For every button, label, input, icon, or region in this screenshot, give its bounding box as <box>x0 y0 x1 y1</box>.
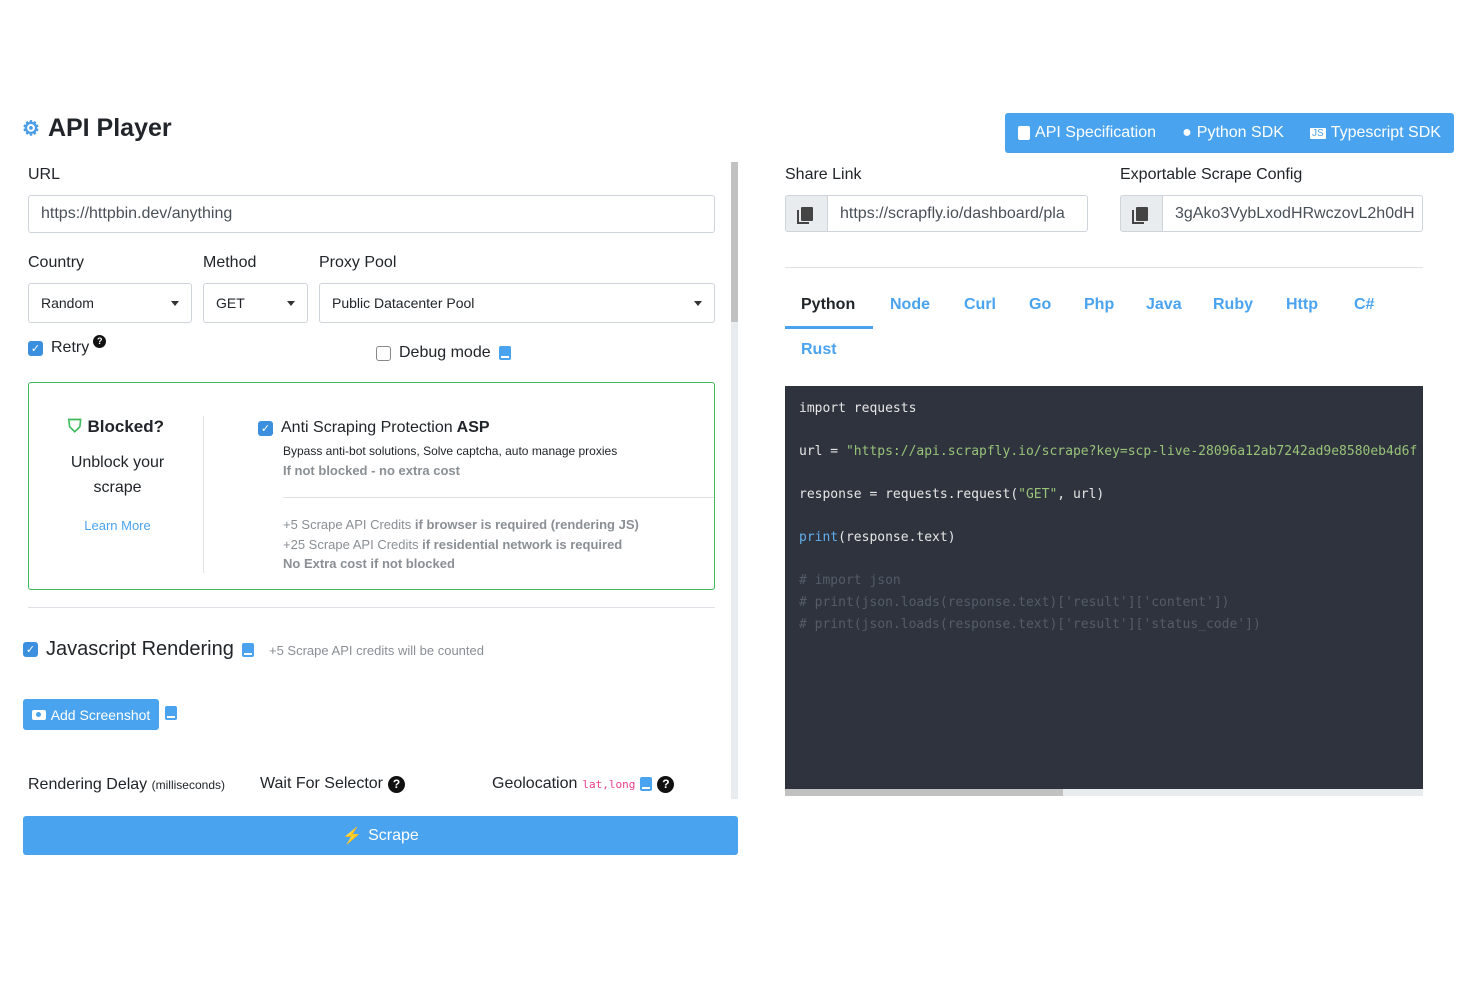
form-scrollbar[interactable] <box>731 162 738 799</box>
geolocation-label: Geolocation lat,long ? <box>492 775 675 793</box>
export-config-group: 3gAko3VybLxodHRwczovL2h0dH <box>1120 195 1423 232</box>
python-icon: ● <box>1182 124 1192 141</box>
share-link-group: https://scrapfly.io/dashboard/pla <box>785 195 1088 232</box>
code-line: response = requests.request("GET", url) <box>799 487 1105 502</box>
retry-option[interactable]: ✓ Retry ? <box>28 334 107 357</box>
js-rendering-checkbox[interactable]: ✓ <box>23 642 38 657</box>
tab-csharp[interactable]: C# <box>1354 296 1374 314</box>
debug-option[interactable]: Debug mode <box>376 344 511 362</box>
scrollbar-thumb[interactable] <box>731 162 738 322</box>
proxy-pool-select[interactable]: Public Datacenter Pool <box>319 283 715 323</box>
asp-cost-3: No Extra cost if not blocked <box>283 556 455 571</box>
wait-for-selector-label: Wait For Selector ? <box>260 775 405 793</box>
code-line: url = "https://api.scrapfly.io/scrape?ke… <box>799 444 1418 459</box>
js-icon: JS <box>1310 127 1326 139</box>
book-icon[interactable] <box>640 777 653 791</box>
help-icon[interactable]: ? <box>93 334 107 348</box>
code-line: import requests <box>799 401 917 416</box>
country-label: Country <box>28 254 85 271</box>
share-link-input[interactable]: https://scrapfly.io/dashboard/pla <box>827 195 1088 232</box>
book-icon[interactable] <box>498 346 511 360</box>
divider <box>203 416 204 573</box>
caret-down-icon <box>171 300 179 306</box>
tab-java[interactable]: Java <box>1146 296 1182 314</box>
shield-icon: ⛉ <box>68 416 82 436</box>
method-label: Method <box>203 254 257 271</box>
url-label: URL <box>28 166 61 183</box>
add-screenshot-button[interactable]: Add Screenshot <box>23 699 159 730</box>
retry-checkbox[interactable]: ✓ <box>28 340 43 356</box>
export-config-input[interactable]: 3gAko3VybLxodHRwczovL2h0dH <box>1162 195 1423 232</box>
code-line: print(response.text) <box>799 530 956 545</box>
book-icon[interactable] <box>165 706 177 720</box>
asp-cost-1: +5 Scrape API Credits if browser is requ… <box>283 517 639 532</box>
rendering-delay-label: Rendering Delay (milliseconds) <box>28 776 225 793</box>
code-comment: # import json <box>799 573 901 588</box>
copy-config-button[interactable] <box>1120 195 1162 232</box>
code-comment: # print(json.loads(response.text)['resul… <box>799 595 1230 610</box>
tab-rust[interactable]: Rust <box>801 341 837 359</box>
divider <box>28 607 715 608</box>
learn-more-link[interactable]: Learn More <box>30 518 205 533</box>
page-title: ⚙ API Player <box>22 114 172 142</box>
asp-cost-2: +25 Scrape API Credits if residential ne… <box>283 537 623 552</box>
tab-node[interactable]: Node <box>890 296 930 314</box>
copy-share-button[interactable] <box>785 195 827 232</box>
code-scrollbar[interactable] <box>785 789 1423 796</box>
asp-description: Bypass anti-bot solutions, Solve captcha… <box>283 444 618 458</box>
caret-down-icon <box>694 300 702 306</box>
python-sdk-button[interactable]: ● Python SDK <box>1182 124 1284 142</box>
copy-icon <box>1131 206 1148 224</box>
help-icon[interactable]: ? <box>657 775 675 793</box>
bolt-icon: ⚡ <box>342 827 363 845</box>
blocked-title: ⛉ Blocked? <box>68 416 165 436</box>
blocked-text: Unblock your scrape <box>70 454 165 496</box>
scrape-button[interactable]: ⚡ Scrape <box>23 816 738 855</box>
active-tab-indicator <box>785 326 873 329</box>
docs-button-group: API Specification ● Python SDK JS Typescri… <box>1005 113 1454 153</box>
tab-go[interactable]: Go <box>1029 296 1051 314</box>
caret-down-icon <box>287 300 295 306</box>
tab-ruby[interactable]: Ruby <box>1213 296 1253 314</box>
gears-icon: ⚙ <box>22 118 40 140</box>
book-icon[interactable] <box>241 642 254 657</box>
code-comment: # print(json.loads(response.text)['resul… <box>799 617 1261 632</box>
book-icon <box>1018 126 1031 140</box>
export-config-label: Exportable Scrape Config <box>1120 166 1303 183</box>
scrollbar-thumb[interactable] <box>785 789 1063 796</box>
divider <box>283 497 714 498</box>
divider <box>785 267 1423 268</box>
js-rendering-option[interactable]: ✓ Javascript Rendering <box>23 638 254 661</box>
tab-python[interactable]: Python <box>801 296 855 314</box>
url-input[interactable]: https://httpbin.dev/anything <box>28 195 715 233</box>
method-select[interactable]: GET <box>203 283 308 323</box>
share-link-label: Share Link <box>785 166 862 183</box>
tab-php[interactable]: Php <box>1084 296 1114 314</box>
proxy-pool-label: Proxy Pool <box>319 254 397 271</box>
tab-http[interactable]: Http <box>1286 296 1318 314</box>
asp-note: If not blocked - no extra cost <box>283 463 460 478</box>
typescript-sdk-button[interactable]: JS Typescript SDK <box>1310 124 1441 142</box>
copy-icon <box>796 206 813 224</box>
country-select[interactable]: Random <box>28 283 192 323</box>
debug-checkbox[interactable] <box>376 345 391 361</box>
help-icon[interactable]: ? <box>388 775 405 793</box>
camera-icon <box>31 709 46 720</box>
api-specification-button[interactable]: API Specification <box>1018 124 1156 142</box>
asp-option[interactable]: ✓ Anti Scraping Protection ASP <box>258 419 490 437</box>
js-rendering-note: +5 Scrape API credits will be counted <box>269 643 484 658</box>
tab-curl[interactable]: Curl <box>964 296 996 314</box>
asp-checkbox[interactable]: ✓ <box>258 420 273 436</box>
code-snippet[interactable]: import requests url = "https://api.scrap… <box>785 386 1423 796</box>
